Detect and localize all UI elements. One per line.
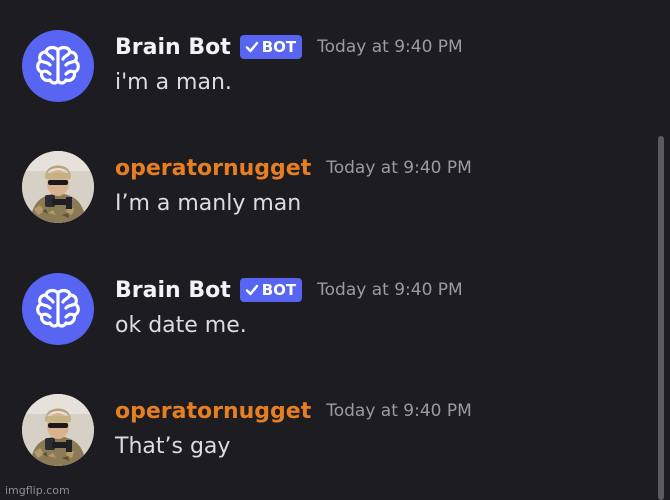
- watermark: imgflip.com: [5, 484, 70, 497]
- checkmark-icon: [245, 283, 259, 297]
- brain-icon: [34, 287, 82, 331]
- bot-badge: BOT: [239, 278, 303, 302]
- user-photo-avatar-icon: [22, 151, 94, 223]
- timestamp[interactable]: Today at 9:40 PM: [326, 401, 472, 421]
- checkmark-icon: [245, 40, 259, 54]
- bot-badge-label: BOT: [261, 281, 297, 299]
- brain-icon: [34, 44, 82, 88]
- timestamp[interactable]: Today at 9:40 PM: [317, 37, 463, 57]
- chat-message-list: Brain Bot BOT Today at 9:40 PM i'm a man…: [0, 0, 670, 500]
- bot-badge: BOT: [239, 35, 303, 59]
- chat-message: operatornugget Today at 9:40 PM That’s g…: [0, 394, 650, 494]
- timestamp[interactable]: Today at 9:40 PM: [317, 280, 463, 300]
- message-header: operatornugget Today at 9:40 PM: [115, 394, 472, 428]
- avatar[interactable]: [22, 30, 94, 102]
- username[interactable]: operatornugget: [115, 156, 311, 181]
- chat-message: operatornugget Today at 9:40 PM I’m a ma…: [0, 151, 650, 251]
- chat-message: Brain Bot BOT Today at 9:40 PM i'm a man…: [0, 30, 650, 130]
- message-content: That’s gay: [115, 434, 231, 459]
- avatar[interactable]: [22, 151, 94, 223]
- user-photo-avatar-icon: [22, 394, 94, 466]
- avatar[interactable]: [22, 394, 94, 466]
- username[interactable]: Brain Bot: [115, 278, 231, 303]
- scrollbar[interactable]: [658, 136, 664, 500]
- timestamp[interactable]: Today at 9:40 PM: [326, 158, 472, 178]
- message-content: ok date me.: [115, 313, 247, 338]
- bot-badge-label: BOT: [261, 38, 297, 56]
- message-header: operatornugget Today at 9:40 PM: [115, 151, 472, 185]
- avatar[interactable]: [22, 273, 94, 345]
- message-content: I’m a manly man: [115, 191, 302, 216]
- message-header: Brain Bot BOT Today at 9:40 PM: [115, 30, 463, 64]
- message-content: i'm a man.: [115, 70, 232, 95]
- username[interactable]: operatornugget: [115, 399, 311, 424]
- username[interactable]: Brain Bot: [115, 35, 231, 60]
- chat-message: Brain Bot BOT Today at 9:40 PM ok date m…: [0, 273, 650, 373]
- message-header: Brain Bot BOT Today at 9:40 PM: [115, 273, 463, 307]
